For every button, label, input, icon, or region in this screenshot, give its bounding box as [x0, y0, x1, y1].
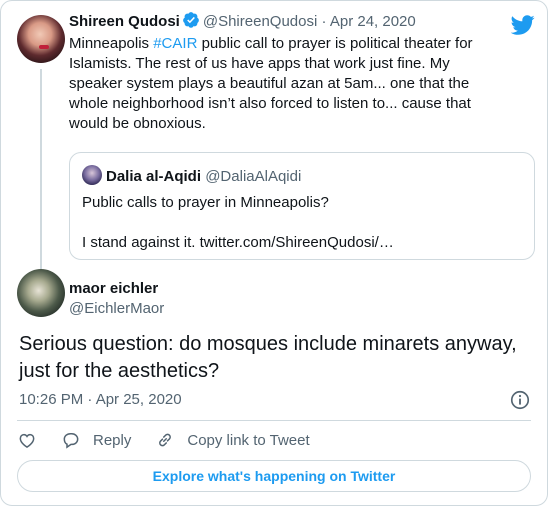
quoted-tweet-header: Dalia al-Aqidi @DaliaAlAqidi — [82, 165, 522, 187]
main-tweet-text: Serious question: do mosques include min… — [19, 333, 517, 382]
twitter-bird-icon[interactable] — [511, 13, 535, 37]
explore-twitter-button[interactable]: Explore what's happening on Twitter — [17, 460, 531, 492]
tweet-text-part: Minneapolis — [69, 35, 154, 52]
thread-connector-line — [40, 69, 42, 279]
main-tweet-author: maor eichler @EichlerMaor — [69, 279, 164, 319]
verified-badge-icon — [182, 12, 199, 28]
info-icon[interactable] — [509, 389, 531, 411]
reply-button[interactable]: Reply — [61, 430, 131, 450]
quoted-text-line: Public calls to prayer in Minneapolis? — [82, 194, 329, 211]
parent-tweet-header: Shireen Qudosi @ShireenQudosi · Apr 24, 2… — [69, 11, 497, 32]
heart-icon — [19, 433, 35, 448]
embedded-tweet-card: Shireen Qudosi @ShireenQudosi · Apr 24, 2… — [0, 0, 548, 506]
tweet-timestamp[interactable]: 10:26 PM · Apr 25, 2020 — [19, 390, 182, 410]
author-handle[interactable]: @ShireenQudosi — [203, 13, 317, 30]
like-button[interactable] — [17, 430, 37, 450]
reply-label: Reply — [93, 431, 132, 449]
quoted-author-handle: @DaliaAlAqidi — [205, 168, 302, 185]
avatar — [82, 165, 102, 185]
tweet-actions: Reply Copy link to Tweet — [17, 429, 334, 451]
reply-bubble-icon — [63, 433, 79, 449]
quoted-tweet[interactable]: Dalia al-Aqidi @DaliaAlAqidi Public call… — [69, 152, 535, 260]
author-handle[interactable]: @EichlerMaor — [69, 299, 164, 319]
copy-link-button[interactable]: Copy link to Tweet — [155, 430, 310, 450]
avatar[interactable] — [17, 15, 65, 63]
quoted-author-name: Dalia al-Aqidi — [106, 168, 202, 185]
separator-dot: · — [321, 13, 327, 30]
quoted-tweet-text: Public calls to prayer in Minneapolis? I… — [82, 193, 522, 253]
avatar[interactable] — [17, 269, 65, 317]
author-name[interactable]: maor eichler — [69, 280, 158, 297]
hashtag-link[interactable]: #CAIR — [153, 35, 197, 52]
divider — [17, 420, 531, 421]
link-icon — [159, 433, 172, 447]
copy-link-label: Copy link to Tweet — [187, 431, 310, 449]
author-name[interactable]: Shireen Qudosi — [69, 13, 180, 30]
tweet-date[interactable]: Apr 24, 2020 — [330, 13, 416, 30]
parent-tweet-text: Minneapolis #CAIR public call to prayer … — [69, 34, 497, 134]
parent-tweet-content: Shireen Qudosi @ShireenQudosi · Apr 24, 2… — [69, 11, 497, 134]
quoted-text-line: I stand against it. twitter.com/ShireenQ… — [82, 234, 394, 251]
